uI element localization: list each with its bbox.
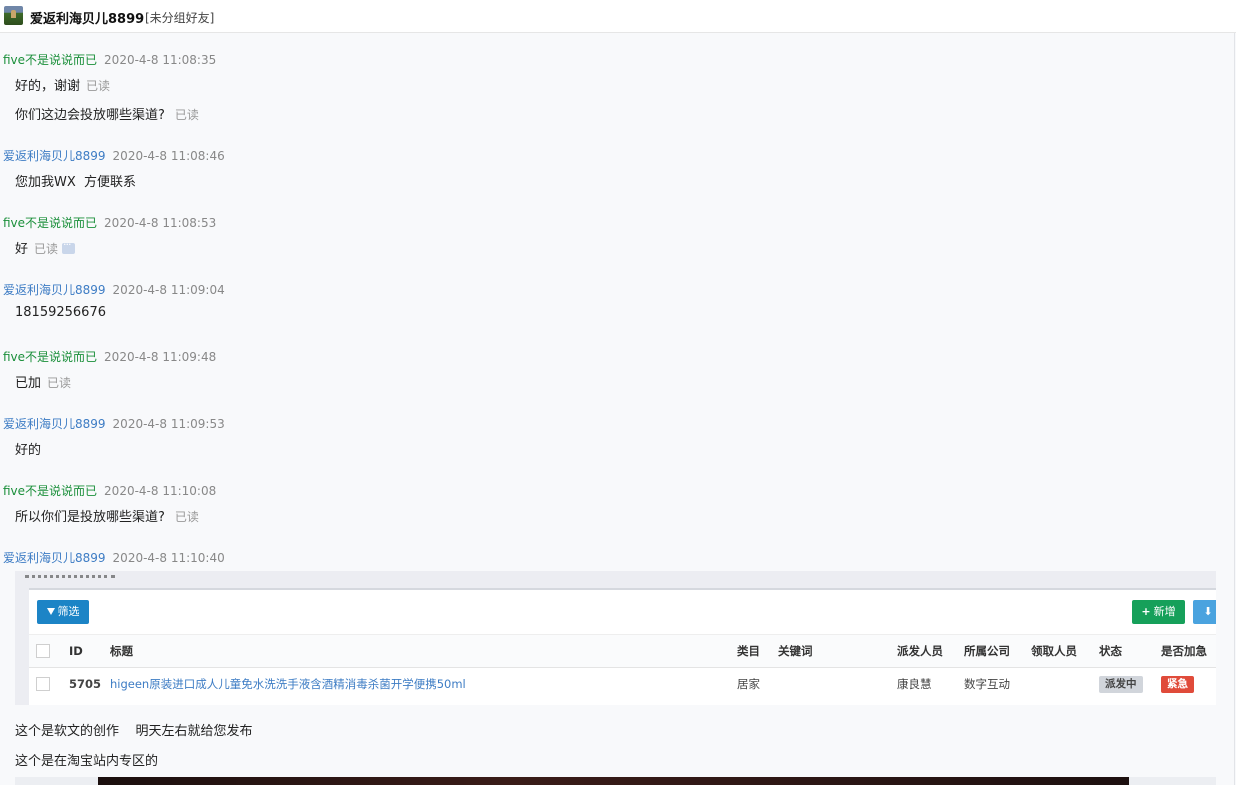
message-time: 2020-4-8 11:09:04 — [112, 283, 225, 297]
message-time: 2020-4-8 11:10:40 — [112, 551, 225, 565]
read-receipt: 已读 — [174, 510, 199, 524]
filter-button: 筛选 — [37, 600, 89, 624]
message-header: five不是说说而已 2020-4-8 11:09:48 — [3, 348, 216, 365]
plus-icon: + — [1141, 605, 1151, 618]
read-receipt: 已读 — [174, 108, 199, 122]
add-label: 新增 — [1153, 605, 1176, 618]
column-header: 领取人员 — [1031, 644, 1077, 658]
column-header: 标题 — [110, 644, 133, 658]
table-header: ID 标题 类目 关键词 派发人员 所属公司 领取人员 状态 是否加急 — [29, 634, 1216, 668]
message-header: 爱返利海贝儿8899 2020-4-8 11:08:46 — [3, 147, 225, 164]
message-text: 好已读 — [15, 238, 76, 257]
column-header: 派发人员 — [897, 644, 943, 658]
message-text: 这个是软文的创作 明天左右就给您发布 — [15, 724, 253, 739]
more-icon[interactable] — [62, 238, 76, 254]
chat-image-preview-dark[interactable] — [98, 777, 1129, 785]
message-time: 2020-4-8 11:08:53 — [104, 216, 217, 230]
read-receipt: 已读 — [86, 79, 111, 93]
status-badge: 派发中 — [1099, 676, 1143, 693]
message-time: 2020-4-8 11:09:48 — [104, 350, 217, 364]
message-sender[interactable]: five不是说说而已 — [3, 484, 97, 498]
message-text: 18159256676 — [15, 305, 106, 320]
download-icon: ⬇ — [1203, 605, 1213, 618]
select-all-checkbox — [36, 644, 50, 658]
task-table-panel: 筛选 + 新增 ⬇ ID 标题 类目 关键词 派发人员 所属公司 领取人员 状态 … — [29, 588, 1216, 705]
message-header: 爱返利海贝儿8899 2020-4-8 11:10:40 — [3, 549, 225, 566]
message-body: 已加 — [15, 376, 42, 391]
row-category: 居家 — [737, 677, 760, 691]
message-sender[interactable]: 爱返利海贝儿8899 — [3, 149, 106, 163]
message-header: 爱返利海贝儿8899 2020-4-8 11:09:53 — [3, 415, 225, 432]
message-time: 2020-4-8 11:08:35 — [104, 53, 217, 67]
row-company: 数字互动 — [964, 677, 1010, 691]
row-id: 5705 — [69, 677, 102, 691]
read-receipt: 已读 — [34, 242, 59, 256]
contact-group: [未分组好友] — [145, 11, 215, 25]
column-header: 状态 — [1099, 644, 1122, 658]
add-button: + 新增 — [1132, 600, 1185, 624]
chat-image-screenshot[interactable]: 筛选 + 新增 ⬇ ID 标题 类目 关键词 派发人员 所属公司 领取人员 状态 … — [15, 571, 1216, 705]
column-header: 是否加急 — [1161, 644, 1207, 658]
table-row: 5705 higeen原装进口成人儿童免水洗洗手液含酒精消毒杀菌开学便携50ml… — [29, 668, 1216, 702]
column-header: ID — [69, 644, 83, 658]
message-time: 2020-4-8 11:10:08 — [104, 484, 217, 498]
message-text: 好的 — [15, 443, 42, 458]
message-text: 您加我WX 方便联系 — [15, 175, 137, 190]
message-text: 已加 已读 — [15, 372, 71, 391]
cropped-title-fragment — [25, 571, 115, 578]
message-text: 这个是在淘宝站内专区的 — [15, 754, 159, 769]
row-urgent: 紧急 — [1161, 668, 1194, 701]
message-text: 你们这边会投放哪些渠道? 已读 — [15, 104, 199, 123]
scrollbar-track[interactable] — [1234, 33, 1235, 785]
message-header: five不是说说而已 2020-4-8 11:08:53 — [3, 214, 216, 231]
row-status: 派发中 — [1099, 668, 1143, 701]
filter-icon — [46, 608, 55, 615]
message-sender[interactable]: five不是说说而已 — [3, 53, 97, 67]
message-body: 所以你们是投放哪些渠道? — [15, 510, 165, 525]
filter-label: 筛选 — [57, 605, 80, 618]
message-sender[interactable]: 爱返利海贝儿8899 — [3, 283, 106, 297]
contact-avatar[interactable] — [4, 6, 23, 25]
message-header: 爱返利海贝儿8899 2020-4-8 11:09:04 — [3, 281, 225, 298]
message-text: 所以你们是投放哪些渠道? 已读 — [15, 506, 199, 525]
message-header: five不是说说而已 2020-4-8 11:10:08 — [3, 482, 216, 499]
message-sender[interactable]: five不是说说而已 — [3, 216, 97, 230]
download-button: ⬇ — [1193, 600, 1216, 624]
column-header: 关键词 — [778, 644, 813, 658]
message-text: 好的，谢谢 已读 — [15, 75, 110, 94]
message-body: 你们这边会投放哪些渠道? — [15, 108, 165, 123]
message-sender[interactable]: 爱返利海贝儿8899 — [3, 551, 106, 565]
message-sender[interactable]: five不是说说而已 — [3, 350, 97, 364]
urgent-badge: 紧急 — [1161, 676, 1194, 693]
contact-name[interactable]: 爱返利海贝儿8899 — [30, 8, 144, 27]
column-header: 所属公司 — [964, 644, 1010, 658]
chat-header: 爱返利海贝儿8899 [未分组好友] — [0, 0, 1236, 33]
row-checkbox — [36, 677, 50, 691]
message-sender[interactable]: 爱返利海贝儿8899 — [3, 417, 106, 431]
message-header: five不是说说而已 2020-4-8 11:08:35 — [3, 51, 216, 68]
row-title-link: higeen原装进口成人儿童免水洗洗手液含酒精消毒杀菌开学便携50ml — [110, 677, 466, 691]
message-body: 好的，谢谢 — [15, 79, 81, 94]
read-receipt: 已读 — [47, 376, 72, 390]
row-dispatcher: 康良慧 — [897, 677, 932, 691]
column-header: 类目 — [737, 644, 760, 658]
message-time: 2020-4-8 11:08:46 — [112, 149, 225, 163]
message-time: 2020-4-8 11:09:53 — [112, 417, 225, 431]
message-body: 好 — [15, 242, 29, 257]
